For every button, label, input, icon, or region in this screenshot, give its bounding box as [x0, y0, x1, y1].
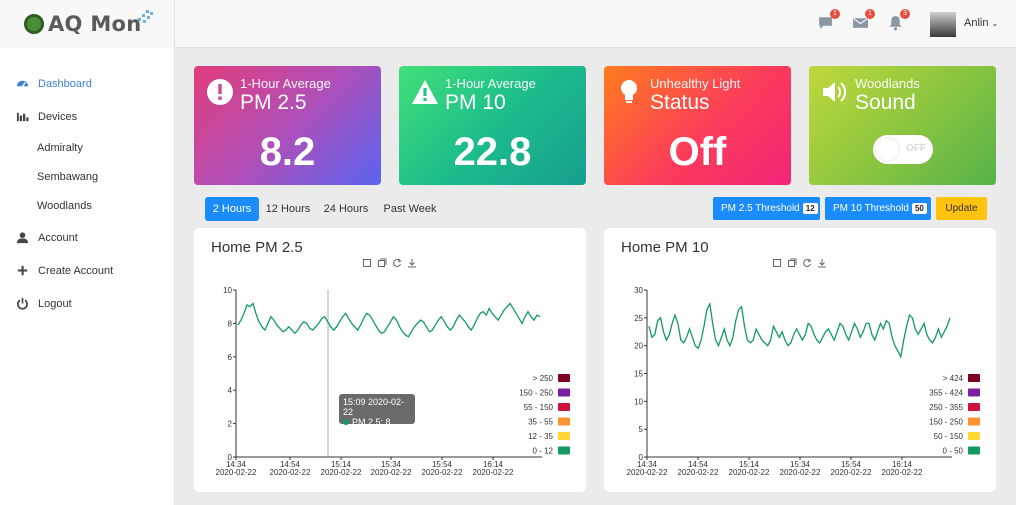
legend-label: 50 - 150 [934, 432, 964, 441]
x-tick-date: 2020-02-22 [729, 468, 770, 477]
tooltip-row: PM 2.5: 8 [343, 417, 411, 427]
legend-swatch [558, 374, 570, 382]
tooltip-time: 15:09 2020-02-22 [343, 397, 405, 417]
y-tick-label: 25 [634, 314, 643, 323]
x-tick-date: 2020-02-22 [321, 468, 362, 477]
legend-label: 150 - 250 [519, 389, 553, 398]
y-tick-label: 10 [634, 397, 643, 406]
legend-label: 12 - 35 [528, 432, 553, 441]
series-line [648, 301, 951, 359]
x-tick-date: 2020-02-22 [422, 468, 463, 477]
x-tick-date: 2020-02-22 [678, 468, 719, 477]
legend-swatch [558, 403, 570, 411]
legend-label: 355 - 424 [929, 389, 963, 398]
legend-label: 150 - 250 [929, 418, 963, 427]
y-tick-label: 8 [228, 319, 233, 328]
legend-label: 35 - 55 [528, 418, 553, 427]
y-tick-label: 6 [228, 353, 233, 362]
legend-swatch [558, 417, 570, 426]
legend-label: > 250 [533, 374, 554, 383]
y-tick-label: 10 [223, 286, 232, 295]
legend-swatch [968, 417, 980, 426]
legend-swatch [968, 388, 980, 397]
tooltip-value: PM 2.5: 8 [352, 417, 391, 427]
x-tick-date: 2020-02-22 [780, 468, 821, 477]
legend-swatch [968, 403, 980, 411]
legend-label: 55 - 150 [524, 403, 554, 412]
x-tick-date: 2020-02-22 [371, 468, 412, 477]
y-tick-label: 30 [634, 286, 643, 295]
legend-swatch [968, 432, 980, 440]
charts-layer: 024681014:342020-02-2214:542020-02-2215:… [216, 286, 980, 477]
x-tick-date: 2020-02-22 [831, 468, 872, 477]
x-tick-date: 2020-02-22 [627, 468, 668, 477]
y-tick-label: 5 [639, 425, 644, 434]
legend-swatch [968, 446, 980, 455]
legend-label: 250 - 355 [929, 403, 963, 412]
chart-tooltip: 15:09 2020-02-22 PM 2.5: 8 [339, 394, 415, 427]
legend-swatch [558, 388, 570, 397]
x-tick-date: 2020-02-22 [216, 468, 257, 477]
tooltip-dot [343, 419, 349, 425]
legend-label: 0 - 12 [533, 447, 554, 456]
y-tick-label: 4 [228, 386, 233, 395]
legend-swatch [558, 432, 570, 440]
y-tick-label: 2 [228, 420, 233, 429]
series-line [237, 302, 541, 338]
legend-swatch [968, 374, 980, 382]
legend-label: 0 - 50 [943, 447, 964, 456]
x-tick-date: 2020-02-22 [882, 468, 923, 477]
legend-label: > 424 [943, 374, 964, 383]
x-tick-date: 2020-02-22 [473, 468, 514, 477]
x-tick-date: 2020-02-22 [270, 468, 311, 477]
y-tick-label: 20 [634, 342, 643, 351]
legend-swatch [558, 446, 570, 455]
y-tick-label: 15 [634, 370, 643, 379]
